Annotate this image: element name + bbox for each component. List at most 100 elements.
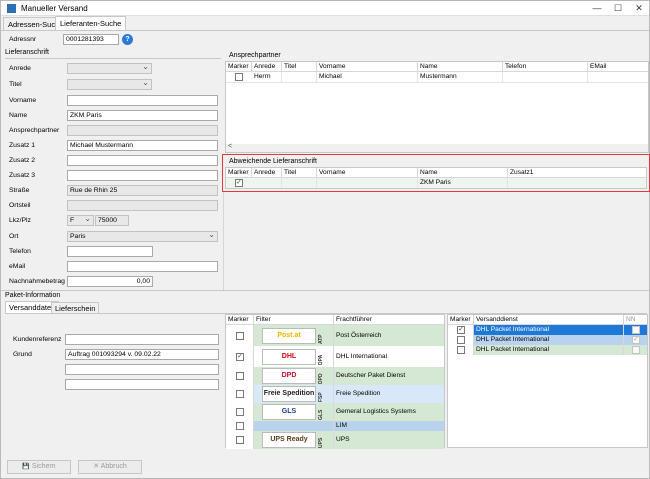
vertical-splitter[interactable]	[223, 192, 224, 290]
col-titel[interactable]: Titel	[282, 62, 317, 72]
col-anrede[interactable]: Anrede	[252, 168, 282, 178]
versanddienst-row[interactable]: DHL Packet International	[448, 345, 647, 355]
minimize-button[interactable]: —	[587, 2, 607, 15]
col-marker[interactable]: Marker	[226, 168, 252, 178]
carrier-row[interactable]: Freie Spedition FSP Freie Spedition	[226, 385, 444, 403]
carrier-row[interactable]: DPD DPD Deutscher Paket Dienst	[226, 367, 444, 385]
close-button[interactable]: ✕	[629, 2, 649, 15]
carrier-logo: UPS Ready	[262, 432, 316, 448]
versanddienst-nn-cell	[624, 325, 647, 335]
col-marker[interactable]: Marker	[226, 315, 254, 325]
col-vorname[interactable]: Vorname	[317, 168, 418, 178]
ansprechpartner-row-checkbox[interactable]	[235, 73, 243, 81]
tab-lieferschein[interactable]: Lieferschein	[51, 302, 100, 313]
carrier-checkbox[interactable]	[236, 332, 244, 340]
zusatz1-input[interactable]: Michael Mustermann	[67, 140, 218, 151]
versanddienst-nn-cell: ✓	[624, 335, 647, 345]
email-input[interactable]	[67, 261, 218, 272]
help-icon[interactable]: ?	[122, 34, 133, 45]
ortsteil-input[interactable]	[67, 200, 218, 211]
nn-checkbox[interactable]	[632, 346, 640, 354]
lkz-plz-label: Lkz/Plz	[9, 217, 31, 224]
ort-select[interactable]: Paris	[67, 231, 218, 242]
carrier-checkbox[interactable]: ✓	[236, 353, 244, 361]
carrier-checkbox[interactable]	[236, 372, 244, 380]
paket-divider	[1, 290, 649, 291]
carrier-checkbox[interactable]	[236, 390, 244, 398]
versanddienst-marker-cell	[448, 335, 474, 345]
grund-input-3[interactable]	[65, 379, 219, 390]
strasse-input[interactable]: Rue de Rhin 25	[67, 185, 218, 196]
nn-checkbox[interactable]: ✓	[632, 336, 640, 344]
col-versanddienst[interactable]: Versanddienst	[474, 315, 624, 325]
zusatz2-input[interactable]	[67, 155, 218, 166]
carrier-checkbox[interactable]	[236, 408, 244, 416]
versanddienst-nn-cell	[624, 345, 647, 355]
anrede-select[interactable]	[67, 63, 152, 74]
versanddienst-name: DHL Packet International	[474, 335, 624, 345]
col-marker[interactable]: Marker	[448, 315, 474, 325]
col-name[interactable]: Name	[418, 168, 508, 178]
col-vorname[interactable]: Vorname	[317, 62, 418, 72]
telefon-input[interactable]	[67, 246, 153, 257]
cancel-button[interactable]: ✕ Abbruch	[78, 460, 142, 474]
carrier-checkbox[interactable]	[236, 436, 244, 444]
email-label: eMail	[9, 263, 26, 270]
grund-input-2[interactable]	[65, 364, 219, 375]
adressnr-label: Adressnr	[9, 36, 37, 43]
nachnahmebetrag-label: Nachnahmebetrag	[9, 278, 65, 285]
scroll-left-icon[interactable]: <	[228, 143, 232, 150]
cell-telefon	[503, 72, 588, 82]
abweichende-grid: Marker Anrede Titel Vorname Name Zusatz1…	[225, 167, 647, 189]
maximize-button[interactable]: ☐	[608, 2, 628, 15]
carrier-logo: GLS	[262, 404, 316, 420]
plz-input[interactable]: 75000	[95, 215, 129, 226]
carrier-row[interactable]: UPS Ready UPS UPS	[226, 431, 444, 449]
kundenreferenz-input[interactable]	[65, 334, 219, 345]
name-input[interactable]: ZKM Paris	[67, 110, 218, 121]
nn-checkbox[interactable]	[632, 326, 640, 334]
abweichende-row-checkbox[interactable]: ✓	[235, 179, 243, 187]
save-icon: 💾	[22, 464, 30, 470]
carrier-row[interactable]: ✓ DHL DPA DHL International	[226, 346, 444, 367]
carrier-code: GLS	[318, 409, 324, 420]
versanddienst-checkbox[interactable]	[457, 346, 465, 354]
lkz-select[interactable]: F	[67, 215, 94, 226]
carrier-marker-cell	[226, 431, 254, 449]
versanddienst-checkbox[interactable]	[457, 336, 465, 344]
versanddienst-row[interactable]: DHL Packet International ✓	[448, 335, 647, 345]
col-name[interactable]: Name	[418, 62, 503, 72]
carrier-filter-cell: DPD DPD	[254, 367, 334, 385]
col-zusatz1[interactable]: Zusatz1	[508, 168, 646, 178]
col-nn[interactable]: NN	[624, 315, 647, 325]
grund-input[interactable]: Auftrag 001093294 v. 09.02.22	[65, 349, 219, 360]
carrier-row[interactable]: GLS GLS Gemeral Logistics Systems	[226, 403, 444, 421]
cancel-label: Abbruch	[100, 463, 127, 470]
col-telefon[interactable]: Telefon	[503, 62, 588, 72]
adressnr-input[interactable]: 0001281393	[63, 34, 119, 45]
horizontal-scrollbar[interactable]: <	[226, 143, 648, 152]
vorname-input[interactable]	[67, 95, 218, 106]
titel-select[interactable]	[67, 79, 152, 90]
tab-lieferanten-suche[interactable]: Lieferanten-Suche	[55, 16, 127, 30]
carrier-name: UPS	[334, 431, 444, 449]
col-marker[interactable]: Marker	[226, 62, 252, 72]
carrier-checkbox[interactable]	[236, 422, 244, 430]
nachnahmebetrag-input[interactable]: 0,00	[67, 276, 153, 287]
versanddienst-checkbox[interactable]: ✓	[457, 326, 465, 334]
carrier-code: DPD	[318, 373, 324, 384]
col-titel[interactable]: Titel	[282, 168, 317, 178]
col-frachtfuehrer[interactable]: Frachtführer	[334, 315, 444, 325]
carrier-name: Gemeral Logistics Systems	[334, 403, 444, 421]
carrier-row[interactable]: LIM	[226, 421, 444, 431]
carrier-logo: DPD	[262, 368, 316, 384]
ansprechpartner-input[interactable]	[67, 125, 218, 136]
save-button[interactable]: 💾 Sichern	[7, 460, 71, 474]
zusatz3-input[interactable]	[67, 170, 218, 181]
col-filter[interactable]: Filter	[254, 315, 334, 325]
zusatz1-label: Zusatz 1	[9, 142, 36, 149]
col-email[interactable]: EMail	[588, 62, 648, 72]
carrier-row[interactable]: Post.at ATP Post Österreich	[226, 325, 444, 346]
versanddienst-row[interactable]: ✓ DHL Packet International	[448, 325, 647, 335]
col-anrede[interactable]: Anrede	[252, 62, 282, 72]
